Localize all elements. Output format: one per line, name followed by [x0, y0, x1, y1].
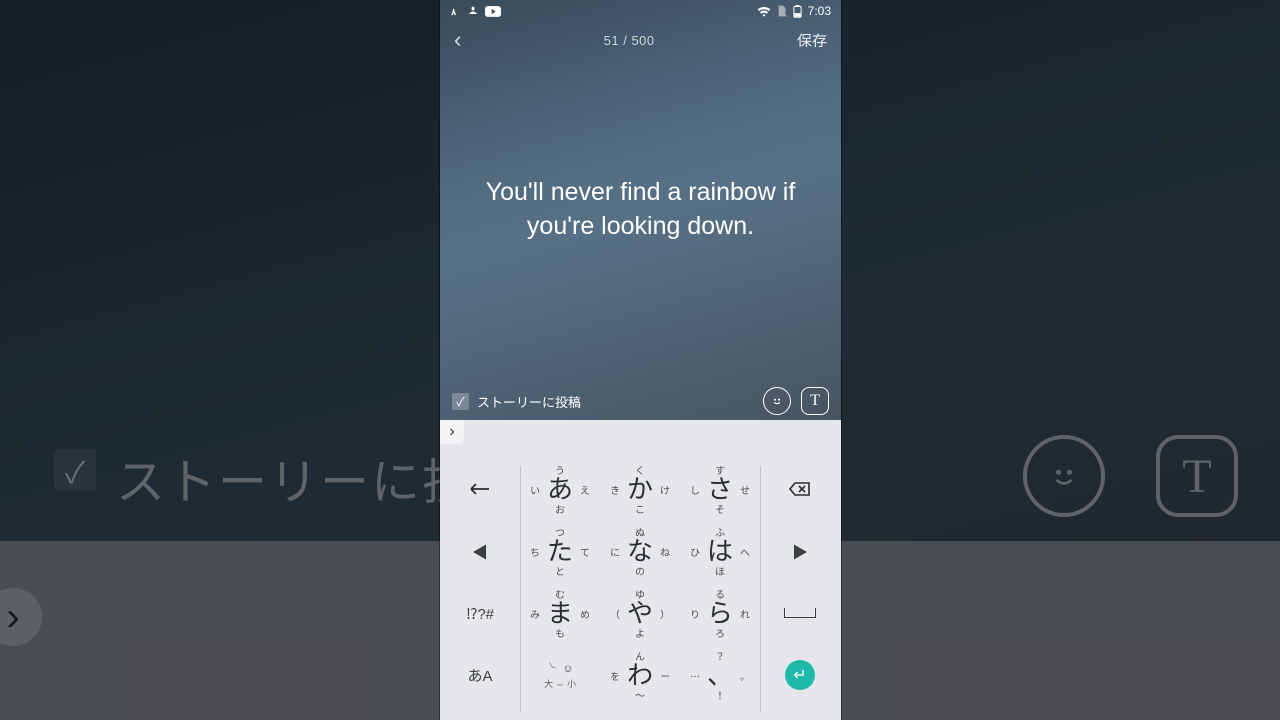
key-は[interactable]: ふひはへほ	[680, 520, 760, 582]
story-canvas: 7:03 ‹ 51 / 500 保存 You'll never find a r…	[440, 0, 841, 420]
key-や[interactable]: ゆ（や）よ	[600, 582, 680, 644]
editor-header: ‹ 51 / 500 保存	[440, 22, 841, 58]
status-time: 7:03	[808, 4, 831, 18]
story-text[interactable]: You'll never find a rainbow if you're lo…	[440, 176, 841, 244]
key-symbols[interactable]: ⁉?#	[440, 582, 520, 644]
wifi-icon	[757, 6, 771, 17]
post-to-story-checkbox[interactable]: ✓	[452, 393, 469, 410]
key-emoji[interactable]: ╰ ☺大 ⇔ 小	[520, 644, 600, 706]
emoji-picker-button[interactable]	[763, 387, 791, 415]
key-ら[interactable]: るりられろ	[680, 582, 760, 644]
keyboard-toggle-button[interactable]: ›	[440, 420, 464, 444]
app-icon-1	[450, 6, 461, 17]
key-な[interactable]: ぬになねの	[600, 520, 680, 582]
key-た[interactable]: つちたてと	[520, 520, 600, 582]
char-counter: 51 / 500	[604, 33, 655, 48]
key-さ[interactable]: すしさせそ	[680, 458, 760, 520]
phone-screen: 7:03 ‹ 51 / 500 保存 You'll never find a r…	[440, 0, 841, 720]
text-style-button[interactable]: T	[801, 387, 829, 415]
key-kana-toggle[interactable]: あA	[440, 644, 520, 706]
key-backspace[interactable]	[760, 458, 840, 520]
key-あ[interactable]: ういあえお	[520, 458, 600, 520]
key-cursor-left[interactable]: ◀	[440, 520, 520, 582]
key-わ[interactable]: んをわー〜	[600, 644, 680, 706]
save-button[interactable]: 保存	[797, 30, 827, 51]
app-icon-2	[467, 5, 479, 17]
back-button[interactable]: ‹	[454, 27, 461, 53]
no-sim-icon	[777, 5, 787, 17]
key-、[interactable]: ？⋯、。！	[680, 644, 760, 706]
canvas-toolbar: ✓ ストーリーに投稿 T	[440, 382, 841, 420]
battery-icon	[793, 5, 802, 18]
post-to-story-label: ストーリーに投稿	[477, 392, 581, 411]
key-undo[interactable]	[440, 458, 520, 520]
ime-keyboard: › ういあえおくきかけこすしさせそ ◀つちたてとぬになねのふひはへほ▶ ⁉?#むみま…	[440, 420, 841, 720]
key-か[interactable]: くきかけこ	[600, 458, 680, 520]
key-space[interactable]	[760, 582, 840, 644]
key-enter[interactable]: ↵	[760, 644, 840, 706]
key-cursor-right[interactable]: ▶	[760, 520, 840, 582]
status-bar: 7:03	[440, 0, 841, 22]
key-ま[interactable]: むみまめも	[520, 582, 600, 644]
youtube-icon	[485, 6, 501, 17]
